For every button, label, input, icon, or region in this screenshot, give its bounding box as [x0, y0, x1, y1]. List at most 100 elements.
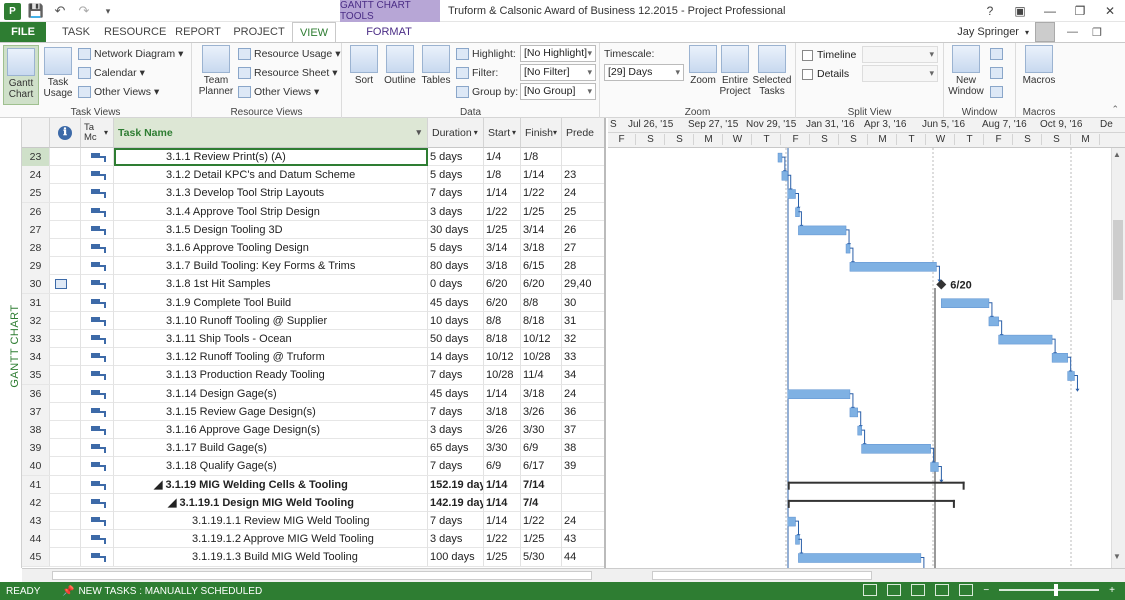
table-row[interactable]: 34 3.1.12 Runoff Tooling @ Truform 14 days… [22, 348, 604, 367]
task-mode-cell[interactable] [81, 257, 114, 276]
task-mode-cell[interactable] [81, 512, 114, 530]
table-row[interactable]: 30 3.1.8 1st Hit Samples 0 days 6/20 6/20 29,… [22, 275, 604, 294]
table-row[interactable]: 39 3.1.17 Build Gage(s) 65 days 3/30 6/9 38 [22, 439, 604, 458]
table-row[interactable]: 36 3.1.14 Design Gage(s) 45 days 1/14 3/18 24 [22, 384, 604, 403]
task-name-cell[interactable]: 3.1.7 Build Tooling: Key Forms & Trims [114, 257, 428, 276]
task-mode-cell[interactable] [81, 330, 114, 348]
task-name-cell[interactable]: 3.1.13 Production Ready Tooling [114, 366, 428, 385]
sheet-scroll-thumb[interactable] [52, 571, 592, 580]
dependency-link[interactable] [857, 411, 862, 428]
resource-other-views-button[interactable]: Other Views ▾ [238, 83, 319, 101]
timescale-select[interactable]: [29] Days [604, 64, 684, 81]
duration-cell[interactable]: 0 days [428, 275, 484, 294]
dependency-link[interactable] [1074, 375, 1078, 391]
dependency-link[interactable] [849, 247, 854, 264]
table-row[interactable]: 25 3.1.3 Develop Tool Strip Layouts 7 days… [22, 184, 604, 203]
chart-scroll-thumb[interactable] [652, 571, 872, 580]
help-icon[interactable]: ? [975, 0, 1005, 22]
row-id[interactable]: 25 [22, 184, 50, 203]
tab-project[interactable]: PROJECT [232, 22, 286, 42]
highlight-select[interactable]: [No Highlight] [520, 45, 596, 62]
start-cell[interactable]: 1/14 [484, 493, 521, 512]
predecessors-cell[interactable]: 38 [562, 439, 604, 457]
task-name-cell[interactable]: 3.1.10 Runoff Tooling @ Supplier [114, 311, 428, 330]
predecessors-header[interactable]: Prede [562, 118, 604, 148]
task-name-cell[interactable]: 3.1.17 Build Gage(s) [114, 439, 428, 458]
predecessors-cell[interactable]: 30 [562, 294, 604, 312]
finish-cell[interactable]: 1/22 [521, 512, 562, 530]
dependency-link[interactable] [998, 320, 1003, 337]
finish-header[interactable]: Finish ▾ [521, 118, 562, 148]
duration-cell[interactable]: 5 days [428, 239, 484, 257]
finish-cell[interactable]: 6/17 [521, 457, 562, 476]
start-cell[interactable]: 1/8 [484, 166, 521, 185]
dependency-link[interactable] [781, 156, 786, 173]
summary-bar-start-cap[interactable] [787, 481, 790, 490]
task-name-cell[interactable]: 3.1.9 Complete Tool Build [114, 293, 428, 312]
new-window-button[interactable]: New Window [946, 45, 986, 97]
finish-cell[interactable]: 1/8 [521, 148, 562, 166]
row-id[interactable]: 30 [22, 275, 50, 294]
start-cell[interactable]: 1/4 [484, 148, 521, 166]
start-cell[interactable]: 6/9 [484, 457, 521, 476]
resource-sheet-view-icon[interactable] [935, 584, 950, 596]
task-mode-cell[interactable] [81, 493, 114, 512]
indicators-header[interactable]: ℹ [50, 118, 81, 148]
duration-cell[interactable]: 45 days [428, 384, 484, 403]
finish-cell[interactable]: 8/8 [521, 293, 562, 312]
dependency-link[interactable] [849, 393, 854, 409]
horizontal-scrollbar[interactable] [22, 568, 1125, 582]
predecessors-cell[interactable]: 24 [562, 184, 604, 202]
duration-cell[interactable]: 7 days [428, 366, 484, 385]
zoom-button[interactable]: Zoom [686, 45, 720, 86]
finish-cell[interactable]: 10/28 [521, 348, 562, 367]
duration-cell[interactable]: 45 days [428, 293, 484, 312]
row-id[interactable]: 24 [22, 166, 50, 185]
task-bar[interactable] [861, 444, 931, 454]
predecessors-cell[interactable]: 32 [562, 330, 604, 348]
task-bar[interactable] [777, 152, 783, 163]
table-row[interactable]: 45 3.1.19.1.3 Build MIG Weld Tooling 100 d… [22, 548, 604, 567]
start-cell[interactable]: 8/8 [484, 311, 521, 330]
predecessors-cell[interactable]: 28 [562, 257, 604, 275]
task-bar[interactable] [798, 553, 922, 563]
task-name-cell[interactable]: 3.1.5 Design Tooling 3D [114, 220, 428, 239]
task-mode-cell[interactable] [81, 421, 114, 439]
task-mode-cell[interactable] [81, 311, 114, 330]
table-row[interactable]: 26 3.1.4 Approve Tool Strip Design 3 days 1… [22, 202, 604, 221]
duration-cell[interactable]: 14 days [428, 348, 484, 367]
hide-icon[interactable] [990, 64, 1003, 82]
tab-file[interactable]: FILE [0, 22, 46, 42]
tab-resource[interactable]: RESOURCE [104, 22, 166, 42]
task-bar[interactable] [787, 189, 796, 199]
row-id[interactable]: 45 [22, 548, 50, 567]
task-mode-cell[interactable] [81, 184, 114, 203]
task-mode-cell[interactable] [81, 239, 114, 257]
dependency-link[interactable] [795, 520, 799, 537]
predecessors-cell[interactable]: 33 [562, 348, 604, 366]
finish-cell[interactable]: 3/26 [521, 402, 562, 421]
duration-cell[interactable]: 3 days [428, 421, 484, 439]
task-bar[interactable] [845, 243, 851, 254]
duration-cell[interactable]: 7 days [428, 457, 484, 476]
predecessors-cell[interactable]: 37 [562, 421, 604, 439]
other-views-button[interactable]: Other Views ▾ [78, 83, 159, 101]
predecessors-cell[interactable]: 34 [562, 366, 604, 384]
duration-cell[interactable]: 5 days [428, 166, 484, 185]
avatar[interactable] [1035, 22, 1055, 42]
summary-bar-end-cap[interactable] [952, 499, 955, 508]
start-cell[interactable]: 6/20 [484, 275, 521, 294]
finish-cell[interactable]: 8/18 [521, 311, 562, 330]
task-name-cell[interactable]: 3.1.6 Approve Tooling Design [114, 239, 428, 257]
start-cell[interactable]: 1/22 [484, 530, 521, 549]
start-cell[interactable]: 1/25 [484, 220, 521, 239]
duration-cell[interactable]: 65 days [428, 439, 484, 458]
predecessors-cell[interactable]: 43 [562, 530, 604, 548]
switch-windows-icon[interactable] [990, 83, 1003, 101]
duration-cell[interactable]: 7 days [428, 184, 484, 203]
start-header[interactable]: Start ▾ [484, 118, 521, 148]
row-id[interactable]: 32 [22, 311, 50, 330]
zoom-slider-thumb[interactable] [1054, 584, 1059, 596]
predecessors-cell[interactable]: 36 [562, 403, 604, 421]
outline-button[interactable]: Outline [382, 45, 418, 86]
